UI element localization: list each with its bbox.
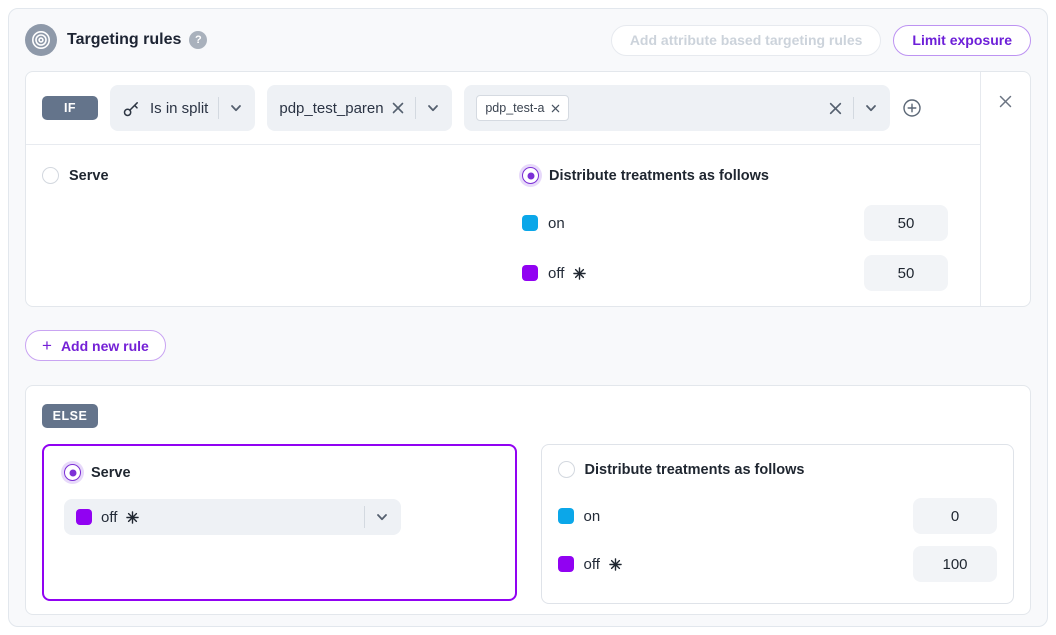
treatment-row-off: off <box>522 255 948 291</box>
serve-radio[interactable] <box>42 167 59 184</box>
serve-label: Serve <box>69 168 109 184</box>
treatment-on-swatch <box>558 508 574 524</box>
target-icon <box>25 24 57 56</box>
help-icon[interactable]: ? <box>189 31 207 49</box>
else-serve-label: Serve <box>91 465 131 481</box>
add-condition-icon[interactable] <box>902 98 922 118</box>
rule-serve-section: Serve Distribute treatments as follows o… <box>26 145 980 291</box>
selected-treatment-name: off <box>101 509 117 526</box>
treatment-tag[interactable]: pdp_test-a <box>476 95 569 121</box>
clear-split-icon[interactable] <box>391 101 405 115</box>
if-rule-card: IF Is in split pdp_test_par <box>25 71 1031 307</box>
chevron-down-icon <box>229 101 243 115</box>
split-select-value: pdp_test_paren <box>279 100 383 117</box>
treatment-off-swatch <box>522 265 538 281</box>
if-badge: IF <box>42 96 98 120</box>
treatment-off-swatch <box>558 556 574 572</box>
else-distribute-label: Distribute treatments as follows <box>585 462 805 478</box>
treatment-name: off <box>548 265 564 282</box>
add-new-rule-button[interactable]: + Add new rule <box>25 330 166 361</box>
else-rule-card: ELSE Serve off <box>25 385 1031 615</box>
treatment-row-off: off <box>558 546 997 582</box>
add-attribute-rules-button[interactable]: Add attribute based targeting rules <box>611 25 882 56</box>
chevron-down-icon <box>426 101 440 115</box>
else-serve-radio[interactable] <box>64 464 81 481</box>
delete-rule-button[interactable] <box>996 92 1014 110</box>
treatment-percentage-input[interactable] <box>913 546 997 582</box>
else-serve-treatment-select[interactable]: off <box>64 499 401 535</box>
chevron-down-icon <box>375 510 389 524</box>
treatment-percentage-input[interactable] <box>913 498 997 534</box>
treatment-name: off <box>584 556 600 573</box>
matcher-label: Is in split <box>150 100 208 117</box>
treatment-on-swatch <box>522 215 538 231</box>
distribute-label: Distribute treatments as follows <box>549 168 769 184</box>
plus-icon: + <box>42 337 52 354</box>
default-treatment-asterisk-icon <box>126 511 139 524</box>
key-icon <box>122 99 141 118</box>
else-badge: ELSE <box>42 404 98 428</box>
rule-card-divider <box>980 72 981 306</box>
default-treatment-asterisk-icon <box>573 267 586 280</box>
treatment-tag-label: pdp_test-a <box>485 101 544 115</box>
close-icon <box>1000 96 1010 106</box>
treatment-name: on <box>584 508 601 525</box>
chevron-down-icon <box>864 101 878 115</box>
treatment-off-swatch <box>76 509 92 525</box>
clear-treatments-icon[interactable] <box>828 101 843 116</box>
default-treatment-asterisk-icon <box>609 558 622 571</box>
treatment-percentage-input[interactable] <box>864 205 948 241</box>
panel-header: Targeting rules ? Add attribute based ta… <box>9 9 1047 71</box>
if-condition-row: IF Is in split pdp_test_par <box>26 72 980 145</box>
treatment-row-on: on <box>558 498 997 534</box>
treatment-row-on: on <box>522 205 948 241</box>
else-distribute-radio[interactable] <box>558 461 575 478</box>
split-select[interactable]: pdp_test_paren <box>267 85 452 131</box>
page-title: Targeting rules <box>67 31 181 49</box>
limit-exposure-button[interactable]: Limit exposure <box>893 25 1031 56</box>
remove-tag-icon <box>551 104 560 113</box>
matcher-select[interactable]: Is in split <box>110 85 255 131</box>
distribute-radio[interactable] <box>522 167 539 184</box>
else-distribute-card: Distribute treatments as follows on off <box>541 444 1014 604</box>
targeting-rules-panel: Targeting rules ? Add attribute based ta… <box>8 8 1048 627</box>
treatment-percentage-input[interactable] <box>864 255 948 291</box>
treatments-multiselect[interactable]: pdp_test-a <box>464 85 890 131</box>
add-new-rule-label: Add new rule <box>61 338 149 354</box>
treatment-name: on <box>548 215 565 232</box>
else-serve-card: Serve off <box>42 444 517 601</box>
